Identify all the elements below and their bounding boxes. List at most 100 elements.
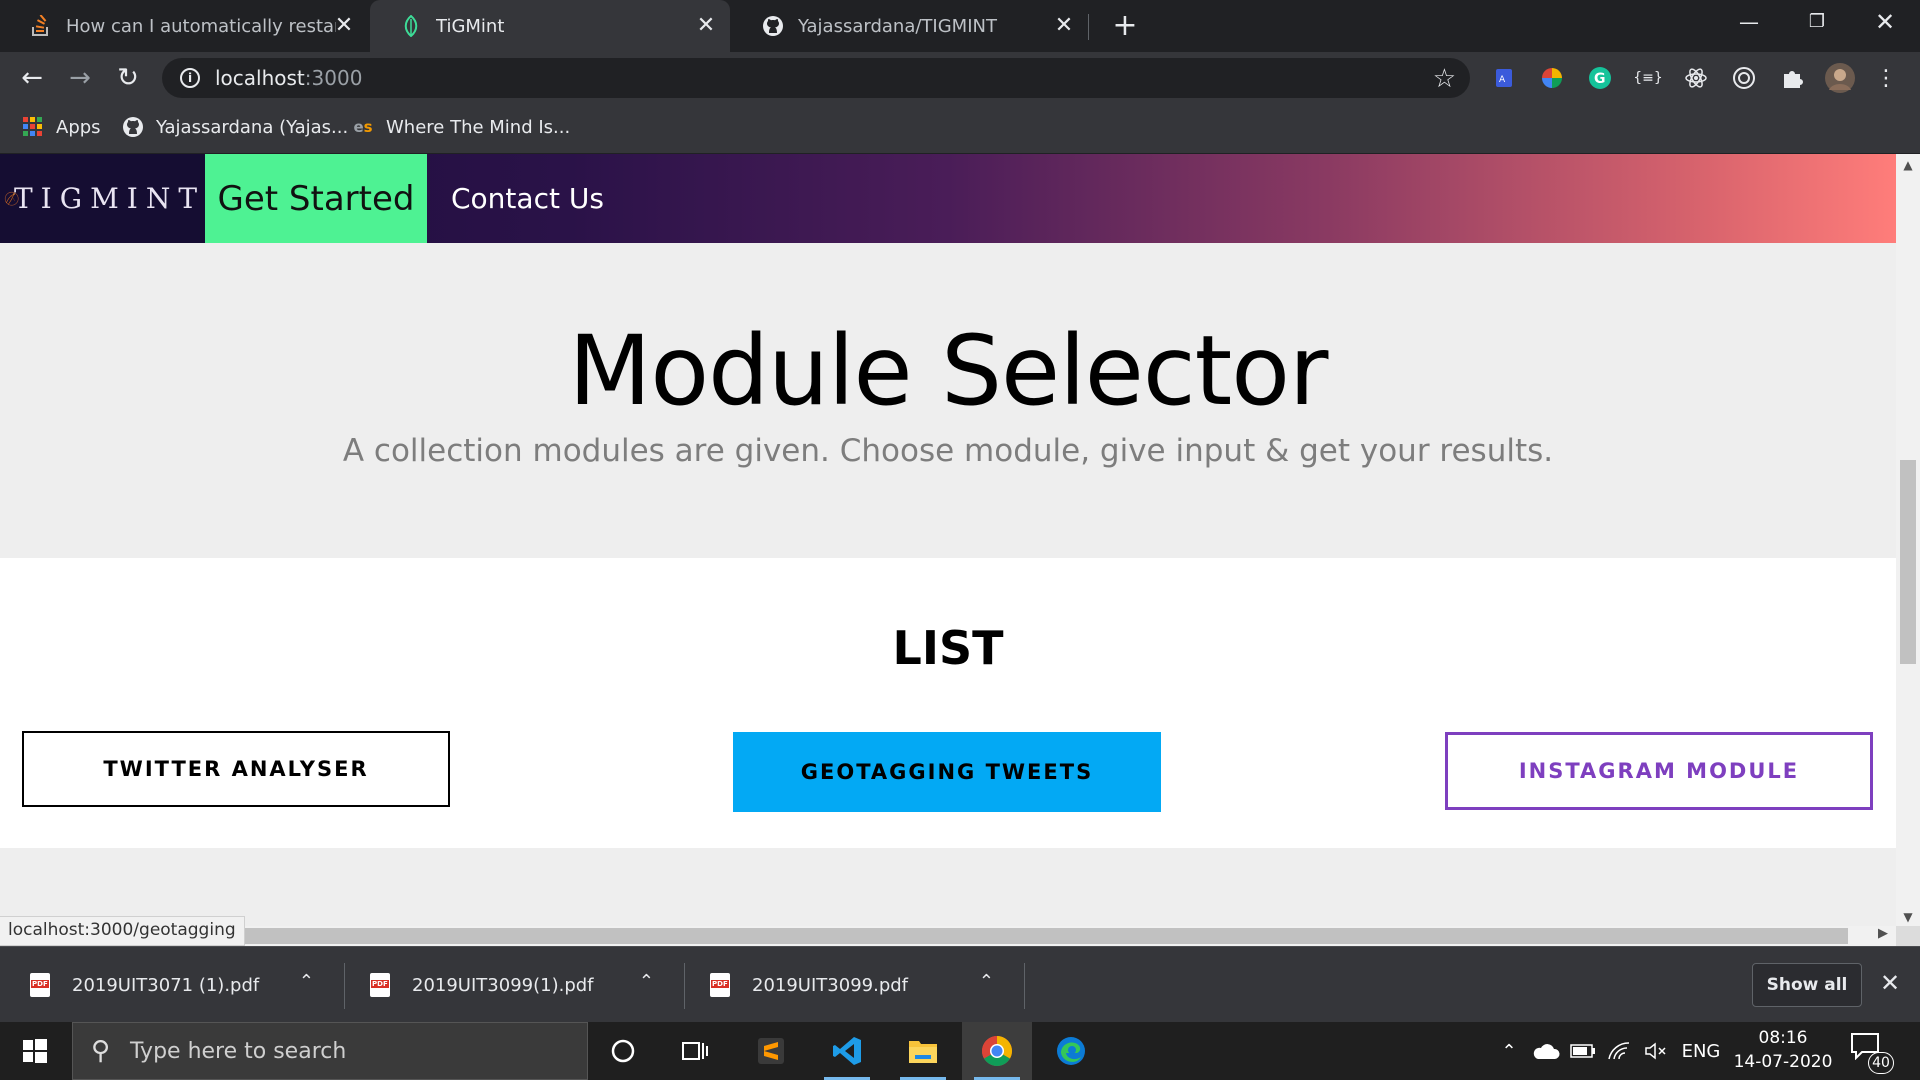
page-subtitle: A collection modules are given. Choose m… — [342, 433, 1554, 469]
menu-kebab-icon[interactable]: ⋮ — [1872, 64, 1900, 92]
scrollbar-thumb[interactable] — [232, 928, 1848, 944]
address-bar[interactable]: i localhost:3000 ☆ — [162, 58, 1470, 98]
get-started-link[interactable]: Get Started — [205, 154, 427, 243]
sublime-text-icon[interactable] — [736, 1022, 806, 1080]
svg-text:A: A — [1499, 75, 1506, 85]
back-arrow-icon[interactable]: ← — [14, 60, 50, 96]
bookmark-where-the-mind-is[interactable]: es Where The Mind Is... — [352, 104, 570, 150]
horizontal-scrollbar[interactable]: ▶ — [0, 926, 1896, 946]
scroll-right-icon[interactable]: ▶ — [1878, 926, 1888, 941]
download-item[interactable]: PDF 2019UIT3071 (1).pdf ⌃ — [0, 947, 340, 1023]
vertical-scrollbar[interactable]: ▲ ▼ — [1896, 154, 1920, 926]
restore-icon[interactable]: ❐ — [1786, 0, 1848, 44]
search-placeholder: Type here to search — [130, 1038, 347, 1064]
instagram-module-button[interactable]: INSTAGRAM MODULE — [1445, 732, 1873, 810]
profile-avatar[interactable] — [1824, 62, 1856, 94]
clock-time: 08:16 — [1758, 1028, 1808, 1048]
list-heading: LIST — [892, 621, 1004, 675]
download-bar: PDF 2019UIT3071 (1).pdf ⌃ PDF 2019UIT309… — [0, 946, 1920, 1022]
pdf-file-icon: PDF — [30, 973, 50, 997]
bookmark-github-yajassardana[interactable]: Yajassardana (Yajas... — [122, 104, 348, 150]
vscode-icon[interactable] — [812, 1022, 882, 1080]
bookmark-label: Yajassardana (Yajas... — [156, 116, 349, 138]
onedrive-cloud-icon[interactable] — [1530, 1022, 1562, 1080]
search-icon: ⚲ — [91, 1036, 111, 1066]
close-icon[interactable]: ✕ — [1880, 969, 1900, 997]
chevron-up-icon[interactable]: ⌃ — [299, 971, 314, 992]
download-filename: 2019UIT3099.pdf — [752, 974, 909, 996]
notification-center-icon[interactable]: 40 — [1850, 1032, 1894, 1074]
chevron-up-icon[interactable]: ⌃ — [639, 971, 654, 992]
svg-text:G: G — [1594, 71, 1606, 87]
url-host: localhost — [215, 66, 305, 90]
contact-us-link[interactable]: Contact Us — [451, 154, 604, 243]
pdf-file-icon: PDF — [710, 973, 730, 997]
bookmark-label: Where The Mind Is... — [386, 116, 571, 138]
taskbar-search-input[interactable]: ⚲ Type here to search — [72, 1022, 588, 1080]
scroll-up-icon[interactable]: ▲ — [1900, 158, 1916, 172]
page-viewport: TIGMINT Get Started Contact Us Module Se… — [0, 154, 1896, 926]
windows-taskbar: ⚲ Type here to search ⌃ ENG 08:16 14-07-… — [0, 1022, 1920, 1080]
volume-muted-icon[interactable] — [1640, 1022, 1672, 1080]
wifi-icon[interactable] — [1604, 1022, 1634, 1080]
tab-title: Yajassardana/TIGMINT — [798, 15, 997, 37]
tab-title: How can I automatically restart a — [66, 15, 336, 37]
system-clock[interactable]: 08:16 14-07-2020 — [1728, 1026, 1838, 1074]
task-view-icon[interactable] — [660, 1022, 730, 1080]
reload-icon[interactable]: ↻ — [110, 60, 146, 96]
bookmarks-bar: Apps Yajassardana (Yajas... es Where The… — [0, 104, 1920, 154]
download-item[interactable]: PDF 2019UIT3099.pdf ⌃ — [680, 947, 1020, 1023]
edge-icon[interactable] — [1036, 1022, 1106, 1080]
module-list-section: LIST TWITTER ANALYSER GEOTAGGING TWEETS … — [0, 558, 1896, 848]
tab-tigmint[interactable]: TiGMint ✕ — [370, 0, 730, 52]
cortana-icon[interactable] — [588, 1022, 658, 1080]
tab-github-tigmint[interactable]: Yajassardana/TIGMINT ✕ — [732, 0, 1088, 52]
scroll-down-icon[interactable]: ▼ — [1900, 910, 1916, 924]
info-icon[interactable]: i — [180, 68, 200, 88]
es-icon: es — [353, 118, 373, 136]
grammarly-icon[interactable]: G — [1586, 64, 1614, 92]
minimize-icon[interactable]: — — [1718, 0, 1780, 44]
browser-tab-strip: How can I automatically restart a ✕ TiGM… — [0, 0, 1920, 52]
battery-icon[interactable] — [1568, 1022, 1598, 1080]
github-icon — [762, 15, 784, 37]
chrome-icon[interactable] — [962, 1022, 1032, 1080]
close-icon[interactable]: ✕ — [1854, 0, 1916, 44]
page-title: Module Selector — [568, 315, 1329, 427]
browser-toolbar: ← → ↻ i localhost:3000 ☆ A G {≡} ⋮ — [0, 52, 1920, 104]
github-icon — [122, 116, 144, 138]
adobe-extension-icon[interactable]: A — [1490, 64, 1518, 92]
link-status-bubble: localhost:3000/geotagging — [0, 916, 245, 946]
tab-close-icon[interactable]: ✕ — [1052, 14, 1076, 38]
tab-separator — [1088, 14, 1089, 40]
brand-logo[interactable]: TIGMINT — [0, 154, 205, 243]
twitter-analyser-button[interactable]: TWITTER ANALYSER — [22, 731, 450, 807]
bookmark-star-icon[interactable]: ☆ — [1433, 64, 1456, 94]
bookmark-label: Apps — [56, 116, 101, 138]
show-all-button[interactable]: Show all — [1752, 963, 1862, 1007]
tigmint-leaf-icon — [400, 15, 422, 37]
chevron-up-icon[interactable]: ⌃ — [979, 971, 994, 992]
windows-start-icon[interactable] — [0, 1022, 70, 1080]
react-devtools-icon[interactable] — [1682, 64, 1710, 92]
file-explorer-icon[interactable] — [888, 1022, 958, 1080]
target-extension-icon[interactable] — [1730, 64, 1758, 92]
plus-icon[interactable]: + — [1108, 10, 1142, 44]
url-port: :3000 — [304, 66, 363, 90]
json-extension-icon[interactable]: {≡} — [1633, 64, 1663, 92]
scrollbar-corner — [1896, 926, 1920, 946]
tab-close-icon[interactable]: ✕ — [332, 14, 356, 38]
scrollbar-thumb[interactable] — [1900, 460, 1916, 664]
notification-count-badge: 40 — [1868, 1052, 1894, 1074]
tab-stackoverflow[interactable]: How can I automatically restart a ✕ — [0, 0, 368, 52]
forward-arrow-icon[interactable]: → — [62, 60, 98, 96]
download-item[interactable]: PDF 2019UIT3099(1).pdf ⌃ — [340, 947, 680, 1023]
extensions-puzzle-icon[interactable] — [1778, 64, 1806, 92]
bookmark-apps[interactable]: Apps — [22, 104, 101, 150]
hero-section: Module Selector A collection modules are… — [0, 243, 1896, 558]
tab-close-icon[interactable]: ✕ — [694, 14, 718, 38]
language-indicator[interactable]: ENG — [1680, 1022, 1722, 1080]
color-picker-icon[interactable] — [1538, 64, 1566, 92]
chevron-up-icon[interactable]: ⌃ — [1494, 1022, 1524, 1080]
geotagging-tweets-button[interactable]: GEOTAGGING TWEETS — [733, 732, 1161, 812]
